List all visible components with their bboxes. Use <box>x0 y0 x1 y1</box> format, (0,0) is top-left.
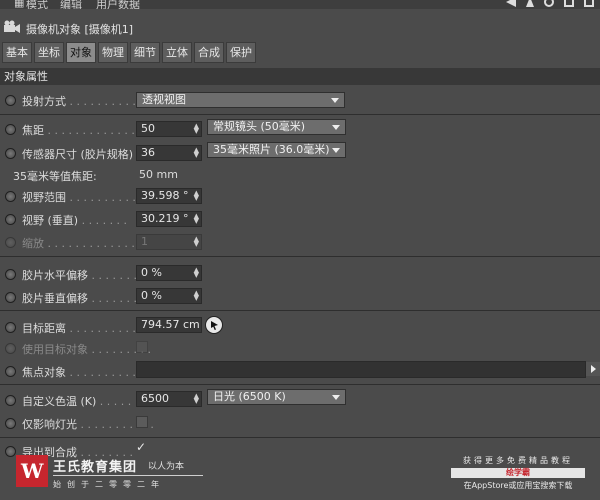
brand-slogan: 以人为本 <box>148 462 185 472</box>
separator <box>0 256 600 257</box>
tab-basic[interactable]: 基本 <box>2 42 32 63</box>
tab-details[interactable]: 细节 <box>130 42 160 63</box>
tab-protection[interactable]: 保护 <box>226 42 256 63</box>
fov-v-anim-toggle[interactable] <box>5 214 16 225</box>
equiv-label: 35毫米等值焦距: <box>13 170 97 183</box>
promo-line-1: 获得更多免费精品教程 <box>463 456 573 465</box>
film-v-anim-toggle[interactable] <box>5 292 16 303</box>
sensor-label: 传感器尺寸 (胶片规格) <box>22 148 134 161</box>
fov-v-label: 视野 (垂直) . . . . . . . <box>22 214 128 227</box>
sensor-input[interactable]: 36 ▲ ▼ <box>136 145 202 161</box>
menu-bar: ▦ 模式 编辑 用户数据 <box>0 0 600 9</box>
promo-line-3: 在AppStore或应用宝搜索下载 <box>463 481 573 490</box>
promo-line-2: 绘学霸 <box>451 468 585 478</box>
back-arrow-icon[interactable] <box>506 0 516 7</box>
film-v-label: 胶片垂直偏移 . . . . . . . <box>22 292 137 305</box>
fov-v-input[interactable]: 30.219 ° ▲ ▼ <box>136 211 202 227</box>
fov-input[interactable]: 39.598 ° ▲ ▼ <box>136 188 202 204</box>
menu-mode[interactable]: 模式 <box>26 0 48 9</box>
focal-input[interactable]: 50 ▲ ▼ <box>136 121 202 137</box>
menu-edit[interactable]: 编辑 <box>60 0 82 9</box>
fov-anim-toggle[interactable] <box>5 191 16 202</box>
attribute-tabs: 基本 坐标 对象 物理 细节 立体 合成 保护 <box>2 42 256 63</box>
affect-lights-checkbox[interactable] <box>136 416 148 428</box>
zoom-input: 1 ▲ ▼ <box>136 234 202 250</box>
film-h-anim-toggle[interactable] <box>5 269 16 280</box>
separator <box>0 114 600 115</box>
brand-since: 始创于二零零二年 <box>53 480 165 489</box>
focal-label: 焦距 . . . . . . . . . . . . . . . <box>22 124 149 137</box>
separator <box>0 384 600 385</box>
export-checkbox-checked[interactable]: ✓ <box>136 440 146 454</box>
projection-label: 投射方式 . . . . . . . . . . . <box>22 95 143 108</box>
equiv-value: 50 mm <box>139 168 178 181</box>
tab-object[interactable]: 对象 <box>66 42 96 63</box>
separator <box>0 437 600 438</box>
use-target-checkbox <box>136 341 148 353</box>
projection-anim-toggle[interactable] <box>5 95 16 106</box>
affect-lights-anim-toggle[interactable] <box>5 418 16 429</box>
camera-icon <box>4 20 20 33</box>
lock-icon[interactable] <box>564 0 574 7</box>
film-h-input[interactable]: 0 % ▲ ▼ <box>136 265 202 281</box>
menu-grid-icon[interactable]: ▦ <box>14 0 24 9</box>
tab-physical[interactable]: 物理 <box>98 42 128 63</box>
menu-user-data[interactable]: 用户数据 <box>96 0 140 9</box>
target-dist-input[interactable]: 794.57 cm <box>136 317 202 333</box>
tab-compositing[interactable]: 合成 <box>194 42 224 63</box>
fov-label: 视野范围 . . . . . . . . . . . <box>22 191 143 204</box>
object-title: 摄像机对象 [摄像机1] <box>26 23 134 36</box>
brand-divider <box>53 475 203 476</box>
tab-coord[interactable]: 坐标 <box>34 42 64 63</box>
sensor-anim-toggle[interactable] <box>5 148 16 159</box>
color-temp-label: 自定义色温 (K) . . . . . <box>22 395 132 408</box>
separator <box>0 310 600 311</box>
tab-stereo[interactable]: 立体 <box>162 42 192 63</box>
cursor-icon[interactable] <box>526 0 534 7</box>
brand-name: 王氏教育集团 <box>53 460 138 475</box>
search-icon[interactable] <box>544 0 554 7</box>
use-target-label: 使用目标对象 . . . . . . . . . <box>22 343 151 356</box>
brand-logo-icon <box>16 455 48 487</box>
target-dist-label: 目标距离 . . . . . . . . . . . <box>22 322 143 335</box>
focal-anim-toggle[interactable] <box>5 124 16 135</box>
target-dist-anim-toggle[interactable] <box>5 322 16 333</box>
object-header: 摄像机对象 [摄像机1] <box>0 18 600 38</box>
color-temp-input[interactable]: 6500 ▲ ▼ <box>136 391 202 407</box>
color-temp-dropdown[interactable]: 日光 (6500 K) <box>207 389 346 405</box>
film-h-label: 胶片水平偏移 . . . . . . . <box>22 269 137 282</box>
film-v-input[interactable]: 0 % ▲ ▼ <box>136 288 202 304</box>
pick-target-icon[interactable] <box>205 316 223 334</box>
focal-preset-dropdown[interactable]: 常规镜头 (50毫米) <box>207 119 346 135</box>
focus-obj-anim-toggle[interactable] <box>5 366 16 377</box>
sensor-preset-dropdown[interactable]: 35毫米照片 (36.0毫米) <box>207 142 346 158</box>
export-anim-toggle[interactable] <box>5 446 16 457</box>
focus-obj-link-field[interactable] <box>136 361 586 378</box>
focus-obj-arrow-icon[interactable] <box>586 362 600 376</box>
expand-icon[interactable] <box>584 0 594 7</box>
affect-lights-label: 仅影响灯光 . . . . . . . . . . . <box>22 418 154 431</box>
zoom-anim-toggle <box>5 237 16 248</box>
color-temp-anim-toggle[interactable] <box>5 395 16 406</box>
promo-watermark: 获得更多免费精品教程 绘学霸 在AppStore或应用宝搜索下载 <box>448 455 588 491</box>
use-target-anim-toggle <box>5 343 16 354</box>
section-title: 对象属性 <box>0 68 600 85</box>
zoom-label: 缩放 . . . . . . . . . . . . . . . <box>22 237 149 250</box>
projection-dropdown[interactable]: 透视视图 <box>136 92 345 108</box>
